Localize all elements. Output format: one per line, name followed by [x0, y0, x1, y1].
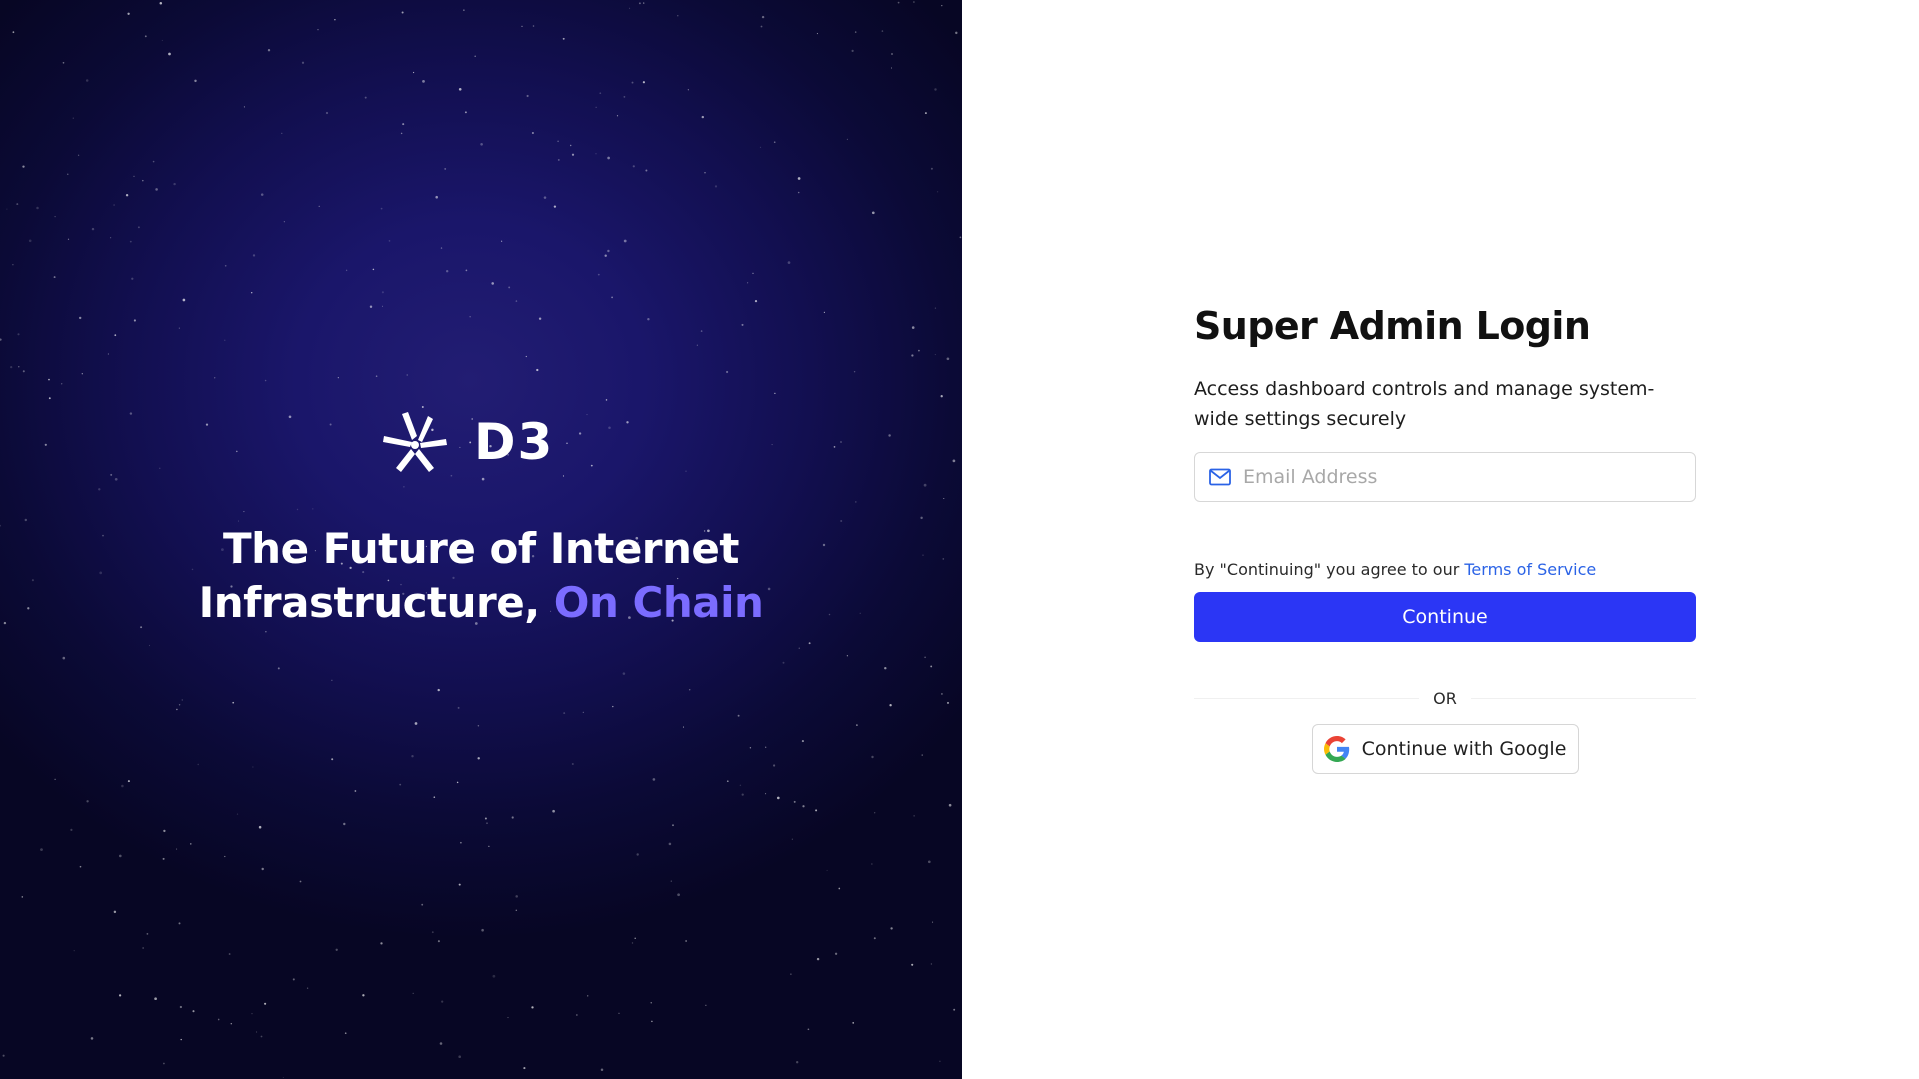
continue-button[interactable]: Continue	[1194, 592, 1696, 642]
terms-of-service-link[interactable]: Terms of Service	[1464, 560, 1596, 579]
tagline-line-1: The Future of Internet	[223, 524, 739, 573]
google-button-label: Continue with Google	[1361, 738, 1567, 760]
google-icon	[1323, 736, 1349, 762]
terms-prefix: By "Continuing" you agree to our	[1194, 560, 1460, 579]
email-field-container[interactable]	[1194, 452, 1696, 502]
brand: D3	[382, 412, 578, 472]
hero-content: D3 The Future of Internet Infrastructure…	[0, 0, 962, 1079]
tagline-accent: On Chain	[553, 578, 764, 627]
continue-with-google-button[interactable]: Continue with Google	[1311, 724, 1579, 774]
page-subtitle: Access dashboard controls and manage sys…	[1194, 378, 1655, 430]
or-label: OR	[1419, 688, 1471, 708]
login-form: Super Admin Login Access dashboard contr…	[1194, 296, 1696, 774]
or-divider: OR	[1194, 686, 1696, 710]
page-title: Super Admin Login	[1194, 304, 1591, 348]
email-input[interactable]	[1243, 457, 1695, 497]
login-page: D3 The Future of Internet Infrastructure…	[0, 0, 1919, 1079]
terms-notice: By "Continuing" you agree to our Terms o…	[1194, 558, 1696, 582]
hero-panel: D3 The Future of Internet Infrastructure…	[0, 0, 962, 1079]
tagline-line-2-text: Infrastructure,	[198, 578, 541, 627]
brand-name: D3	[474, 419, 554, 465]
d3-logo-icon	[383, 412, 447, 472]
mail-icon	[1209, 468, 1231, 486]
tagline-line-2: Infrastructure, On Chain	[0, 576, 962, 630]
login-panel: Super Admin Login Access dashboard contr…	[962, 0, 1919, 1079]
hero-tagline: The Future of Internet Infrastructure, O…	[0, 522, 962, 630]
d3-wordmark: D3	[474, 419, 554, 465]
